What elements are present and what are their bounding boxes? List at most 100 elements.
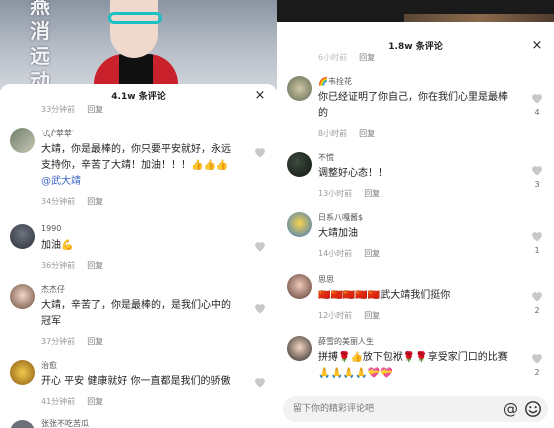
comment-author[interactable]: 1990 bbox=[41, 224, 61, 233]
comment-input-bar: 留下你的精彩评论吧 @ bbox=[277, 388, 554, 428]
video-title-art: 燕消远动 bbox=[30, 0, 50, 90]
comment-count-title: 4.1w 条评论 bbox=[111, 92, 166, 102]
like-count: 1 bbox=[534, 246, 540, 255]
comment-meta: 14小时前 回复 bbox=[318, 248, 380, 259]
heart-icon bbox=[255, 148, 265, 158]
comment-sheet: 4.1w 条评论 × 33分钟前 回复 ᐝᦔ៹ᒌ苹苹ᐝ 大靖，你是最棒的，你只要平… bbox=[0, 84, 277, 428]
comment-meta: 41分钟前 回复 bbox=[41, 396, 103, 407]
comment-author[interactable]: 🌈韦拴花 bbox=[318, 76, 352, 87]
like-button[interactable]: 4 bbox=[530, 92, 544, 117]
avatar[interactable] bbox=[287, 336, 312, 361]
avatar[interactable] bbox=[10, 284, 35, 309]
like-count: 2 bbox=[534, 368, 540, 377]
reply-button[interactable]: 回复 bbox=[359, 129, 375, 138]
comment-author[interactable]: 薛雪的美丽人生 bbox=[318, 336, 374, 347]
avatar[interactable] bbox=[287, 212, 312, 237]
comment-text: 调整好心态！！ bbox=[318, 168, 388, 179]
reply-button[interactable]: 回复 bbox=[364, 311, 380, 320]
avatar[interactable] bbox=[10, 128, 35, 153]
comment-author[interactable]: 日系八嘎酱$ bbox=[318, 212, 363, 223]
heart-icon bbox=[532, 292, 542, 302]
avatar[interactable] bbox=[10, 224, 35, 249]
comment-meta: 12小时前 回复 bbox=[318, 310, 380, 321]
like-button[interactable]: 1 bbox=[530, 230, 544, 255]
emoji-icon[interactable] bbox=[524, 400, 542, 418]
comment-author[interactable]: 杰杰仔 bbox=[41, 284, 65, 295]
comment-time: 34分钟前 bbox=[41, 197, 76, 206]
comment-time: 12小时前 bbox=[318, 311, 353, 320]
heart-icon bbox=[255, 304, 265, 314]
avatar[interactable] bbox=[10, 420, 35, 428]
comment-time: 36分钟前 bbox=[41, 261, 76, 270]
heart-icon bbox=[532, 94, 542, 104]
reply-button[interactable]: 回复 bbox=[87, 105, 103, 114]
comment-time: 33分钟前 bbox=[41, 105, 76, 114]
comment-author[interactable]: 张张不吃苦瓜 bbox=[41, 418, 89, 428]
comment-time: 8小时前 bbox=[318, 129, 348, 138]
comment-author[interactable]: 思思 bbox=[318, 274, 334, 285]
comment-meta: 33分钟前 回复 bbox=[41, 104, 103, 115]
like-button[interactable]: 2 bbox=[530, 290, 544, 315]
reply-button[interactable]: 回复 bbox=[87, 197, 103, 206]
like-count: 2 bbox=[534, 306, 540, 315]
like-button[interactable] bbox=[253, 146, 267, 158]
like-button[interactable] bbox=[253, 240, 267, 252]
reply-button[interactable]: 回复 bbox=[87, 261, 103, 270]
comment-text: 加油💪 bbox=[41, 240, 74, 251]
avatar[interactable] bbox=[10, 360, 35, 385]
comment-meta: 8小时前 回复 bbox=[318, 128, 375, 139]
comment-sheet: 1.8w 条评论 × 6小时前 回复 🌈韦拴花 你已经证明了你自己，你在我们心里是… bbox=[277, 34, 554, 428]
heart-icon bbox=[255, 378, 265, 388]
comment-text: 大靖，辛苦了，你是最棒的，是我们心中的冠军 bbox=[41, 300, 231, 327]
right-comment-screen: 1.8w 条评论 × 6小时前 回复 🌈韦拴花 你已经证明了你自己，你在我们心里是… bbox=[277, 0, 554, 428]
comment-text: 开心 平安 健康就好 你一直都是我们的骄傲 bbox=[41, 376, 231, 387]
left-comment-screen: 燕消远动 4.1w 条评论 × 33分钟前 回复 ᐝᦔ៹ᒌ苹苹ᐝ 大靖，你是最棒的… bbox=[0, 0, 277, 428]
comment-author[interactable]: ᐝᦔ៹ᒌ苹苹ᐝ bbox=[41, 128, 74, 139]
comment-meta: 6小时前 回复 bbox=[318, 52, 375, 63]
athlete-image bbox=[94, 0, 178, 90]
comment-meta: 36分钟前 回复 bbox=[41, 260, 103, 271]
comment-time: 14小时前 bbox=[318, 249, 353, 258]
reply-button[interactable]: 回复 bbox=[359, 53, 375, 62]
comment-time: 6小时前 bbox=[318, 53, 348, 62]
comment-text: 拼搏🌹👍放下包袱🌹🌹享受家门口的比赛🙏🙏🙏🙏💝💝 bbox=[318, 352, 508, 379]
like-count: 3 bbox=[534, 180, 540, 189]
comment-text: 🇨🇳🇨🇳🇨🇳🇨🇳🇨🇳武大靖我们挺你 bbox=[318, 290, 451, 301]
heart-icon bbox=[532, 166, 542, 176]
video-thumbnail[interactable] bbox=[277, 0, 554, 22]
comment-text: 大靖加油 bbox=[318, 228, 358, 239]
comment-author[interactable]: 治愈 bbox=[41, 360, 57, 371]
close-icon[interactable]: × bbox=[253, 89, 267, 103]
at-mention-icon[interactable]: @ bbox=[503, 399, 518, 419]
comment-time: 41分钟前 bbox=[41, 397, 76, 406]
comment-meta: 34分钟前 回复 bbox=[41, 196, 103, 207]
like-button[interactable] bbox=[253, 302, 267, 314]
reply-button[interactable]: 回复 bbox=[364, 249, 380, 258]
like-button[interactable]: 2 bbox=[530, 352, 544, 377]
comment-text: 你已经证明了你自己，你在我们心里是最棒的 bbox=[318, 92, 508, 119]
comment-meta: 37分钟前 回复 bbox=[41, 336, 103, 347]
comment-text: 大靖，你是最棒的，你只要平安就好，永远支持你，辛苦了大靖！加油！！！👍👍👍 @武… bbox=[41, 144, 231, 187]
like-count: 4 bbox=[534, 108, 540, 117]
reply-button[interactable]: 回复 bbox=[87, 337, 103, 346]
comment-author[interactable]: 不慌 bbox=[318, 152, 334, 163]
mention-link[interactable]: @武大靖 bbox=[41, 176, 81, 187]
video-thumbnail[interactable]: 燕消远动 bbox=[0, 0, 277, 90]
like-button[interactable]: 3 bbox=[530, 164, 544, 189]
comment-input-placeholder: 留下你的精彩评论吧 bbox=[293, 404, 375, 414]
avatar[interactable] bbox=[287, 76, 312, 101]
heart-icon bbox=[532, 354, 542, 364]
like-button[interactable] bbox=[253, 376, 267, 388]
comment-time: 37分钟前 bbox=[41, 337, 76, 346]
heart-icon bbox=[255, 242, 265, 252]
avatar[interactable] bbox=[287, 152, 312, 177]
comment-time: 13小时前 bbox=[318, 189, 353, 198]
comment-meta: 13小时前 回复 bbox=[318, 188, 380, 199]
reply-button[interactable]: 回复 bbox=[87, 397, 103, 406]
reply-button[interactable]: 回复 bbox=[364, 189, 380, 198]
comment-count-title: 1.8w 条评论 bbox=[388, 42, 443, 52]
close-icon[interactable]: × bbox=[530, 39, 544, 53]
heart-icon bbox=[532, 232, 542, 242]
avatar[interactable] bbox=[287, 274, 312, 299]
comment-input[interactable]: 留下你的精彩评论吧 @ bbox=[283, 396, 548, 422]
